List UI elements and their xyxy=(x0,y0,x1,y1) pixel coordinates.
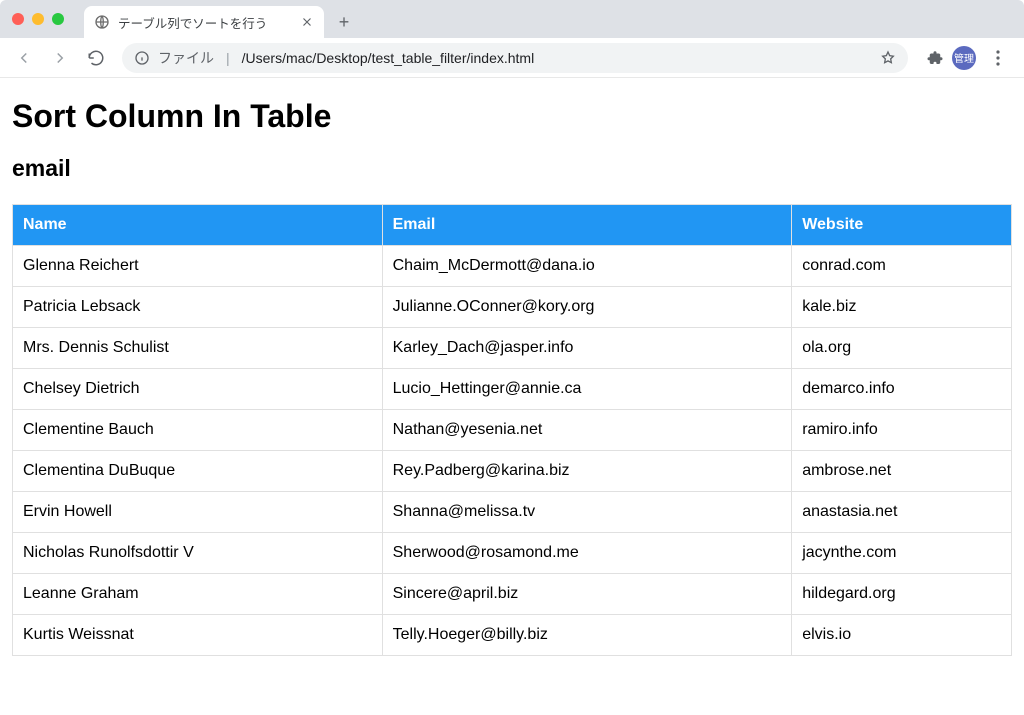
page-title: Sort Column In Table xyxy=(12,98,1012,135)
cell-name: Mrs. Dennis Schulist xyxy=(13,328,383,369)
cell-website: ramiro.info xyxy=(792,410,1012,451)
cell-website: ambrose.net xyxy=(792,451,1012,492)
cell-website: conrad.com xyxy=(792,246,1012,287)
address-separator: | xyxy=(226,50,230,66)
page-content: Sort Column In Table email Name Email We… xyxy=(0,78,1024,668)
cell-email: Telly.Hoeger@billy.biz xyxy=(382,615,792,656)
cell-website: hildegard.org xyxy=(792,574,1012,615)
column-header-website[interactable]: Website xyxy=(792,205,1012,246)
table-row: Ervin HowellShanna@melissa.tvanastasia.n… xyxy=(13,492,1012,533)
forward-button[interactable] xyxy=(44,42,76,74)
cell-email: Rey.Padberg@karina.biz xyxy=(382,451,792,492)
table-row: Clementine BauchNathan@yesenia.netramiro… xyxy=(13,410,1012,451)
info-icon xyxy=(134,50,150,66)
bookmark-star-icon[interactable] xyxy=(880,50,896,66)
window-controls xyxy=(0,13,76,25)
column-header-name[interactable]: Name xyxy=(13,205,383,246)
cell-name: Kurtis Weissnat xyxy=(13,615,383,656)
cell-website: anastasia.net xyxy=(792,492,1012,533)
table-header-row: Name Email Website xyxy=(13,205,1012,246)
browser-toolbar: ファイル | /Users/mac/Desktop/test_table_fil… xyxy=(0,38,1024,78)
cell-name: Glenna Reichert xyxy=(13,246,383,287)
browser-tab-active[interactable]: テーブル列でソートを行う xyxy=(84,6,324,38)
cell-email: Sherwood@rosamond.me xyxy=(382,533,792,574)
cell-email: Chaim_McDermott@dana.io xyxy=(382,246,792,287)
cell-email: Lucio_Hettinger@annie.ca xyxy=(382,369,792,410)
table-row: Mrs. Dennis SchulistKarley_Dach@jasper.i… xyxy=(13,328,1012,369)
extensions-icon[interactable] xyxy=(926,49,944,67)
cell-email: Julianne.OConner@kory.org xyxy=(382,287,792,328)
window-maximize-button[interactable] xyxy=(52,13,64,25)
tab-title: テーブル列でソートを行う xyxy=(118,13,292,32)
column-header-email[interactable]: Email xyxy=(382,205,792,246)
cell-website: elvis.io xyxy=(792,615,1012,656)
address-path: /Users/mac/Desktop/test_table_filter/ind… xyxy=(242,50,535,66)
cell-email: Nathan@yesenia.net xyxy=(382,410,792,451)
address-bar[interactable]: ファイル | /Users/mac/Desktop/test_table_fil… xyxy=(122,43,908,73)
globe-icon xyxy=(94,14,110,30)
cell-name: Nicholas Runolfsdottir V xyxy=(13,533,383,574)
table-row: Kurtis WeissnatTelly.Hoeger@billy.bizelv… xyxy=(13,615,1012,656)
profile-avatar[interactable]: 管理 xyxy=(952,46,976,70)
table-row: Nicholas Runolfsdottir VSherwood@rosamon… xyxy=(13,533,1012,574)
table-row: Glenna ReichertChaim_McDermott@dana.ioco… xyxy=(13,246,1012,287)
table-row: Clementina DuBuqueRey.Padberg@karina.biz… xyxy=(13,451,1012,492)
cell-name: Leanne Graham xyxy=(13,574,383,615)
window-minimize-button[interactable] xyxy=(32,13,44,25)
window-close-button[interactable] xyxy=(12,13,24,25)
reload-icon xyxy=(87,49,105,67)
cell-email: Shanna@melissa.tv xyxy=(382,492,792,533)
cell-website: demarco.info xyxy=(792,369,1012,410)
cell-email: Karley_Dach@jasper.info xyxy=(382,328,792,369)
data-table: Name Email Website Glenna ReichertChaim_… xyxy=(12,204,1012,656)
back-button[interactable] xyxy=(8,42,40,74)
browser-tab-strip: テーブル列でソートを行う + xyxy=(0,0,1024,38)
table-row: Patricia LebsackJulianne.OConner@kory.or… xyxy=(13,287,1012,328)
address-scheme: ファイル xyxy=(158,48,214,68)
cell-name: Chelsey Dietrich xyxy=(13,369,383,410)
table-row: Leanne GrahamSincere@april.bizhildegard.… xyxy=(13,574,1012,615)
arrow-left-icon xyxy=(15,49,33,67)
cell-name: Ervin Howell xyxy=(13,492,383,533)
dots-vertical-icon xyxy=(996,50,1000,66)
cell-website: kale.biz xyxy=(792,287,1012,328)
sort-column-label: email xyxy=(12,155,1012,182)
cell-name: Clementina DuBuque xyxy=(13,451,383,492)
browser-menu-button[interactable] xyxy=(984,44,1012,72)
new-tab-button[interactable]: + xyxy=(330,8,358,36)
cell-website: jacynthe.com xyxy=(792,533,1012,574)
cell-email: Sincere@april.biz xyxy=(382,574,792,615)
cell-name: Clementine Bauch xyxy=(13,410,383,451)
cell-website: ola.org xyxy=(792,328,1012,369)
close-icon[interactable] xyxy=(300,15,314,29)
cell-name: Patricia Lebsack xyxy=(13,287,383,328)
arrow-right-icon xyxy=(51,49,69,67)
table-row: Chelsey DietrichLucio_Hettinger@annie.ca… xyxy=(13,369,1012,410)
reload-button[interactable] xyxy=(80,42,112,74)
